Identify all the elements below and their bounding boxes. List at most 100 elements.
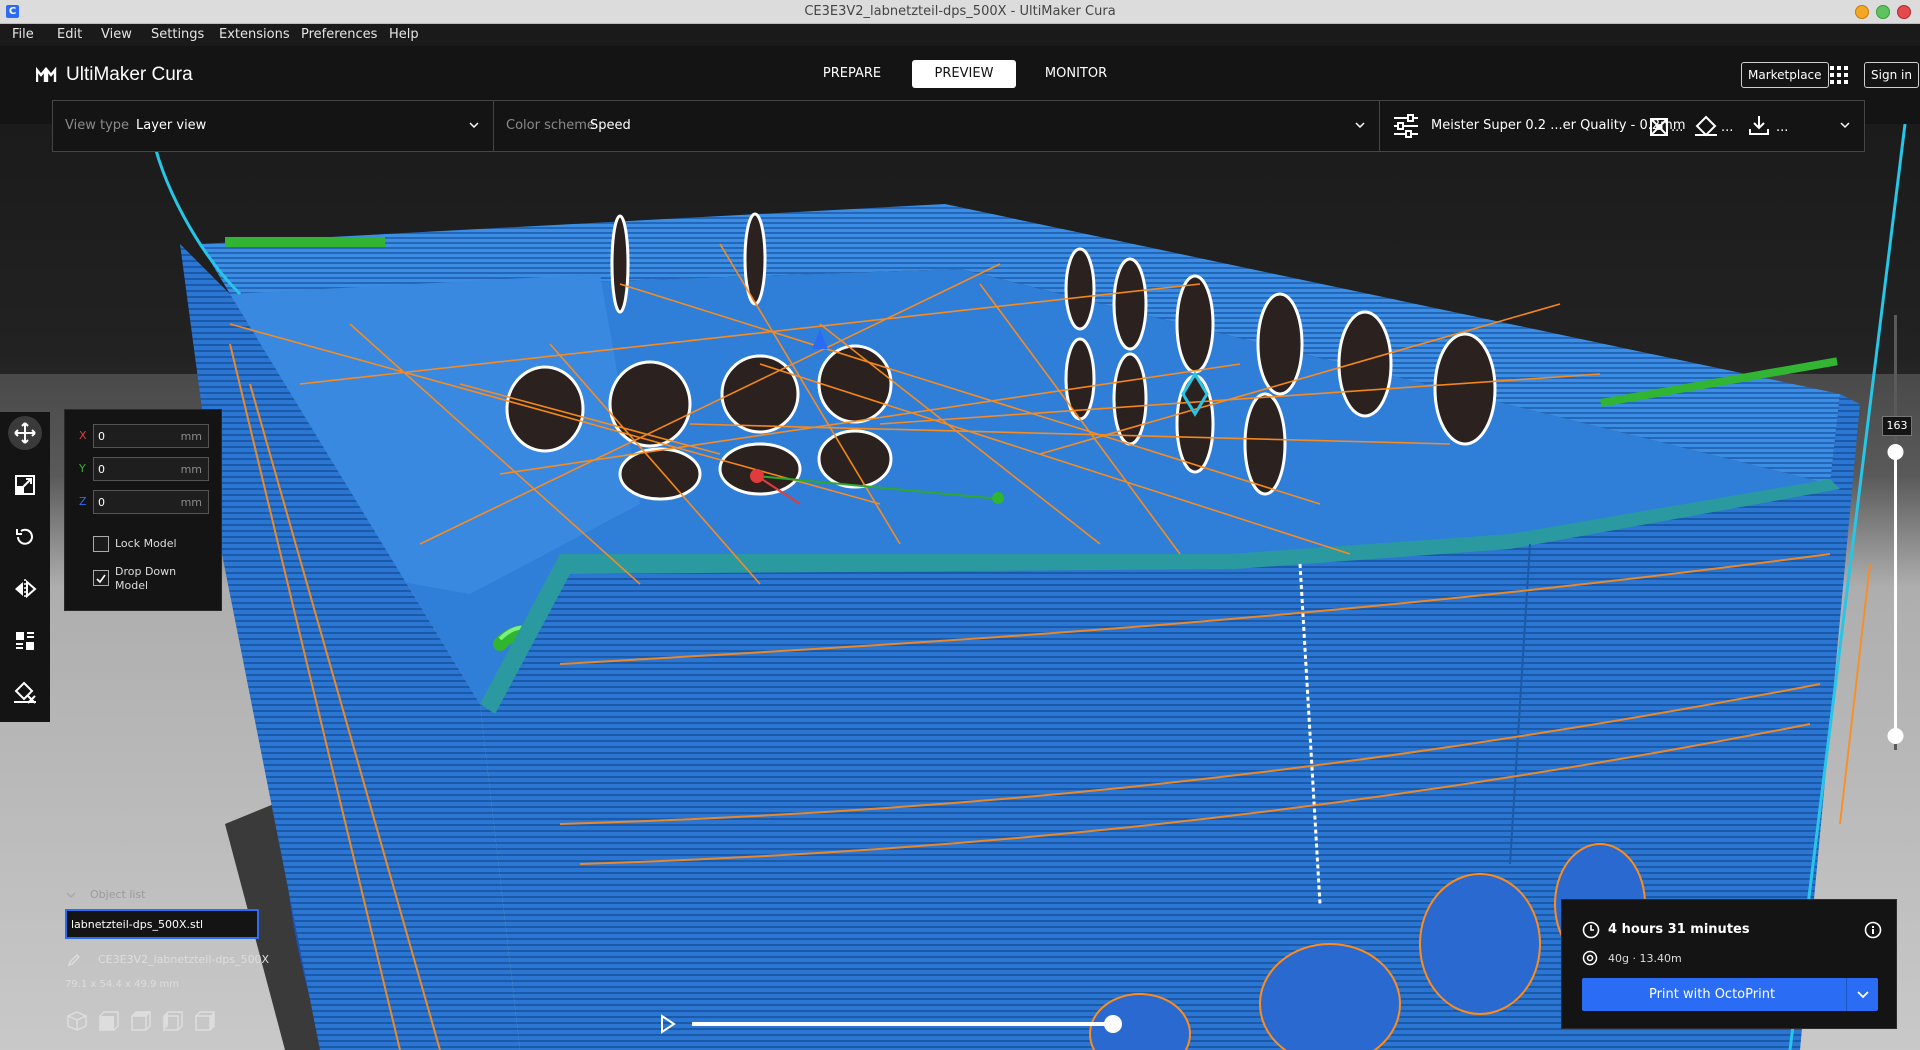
y-unit: mm — [180, 463, 202, 476]
drop-down-checkbox[interactable] — [93, 570, 109, 586]
move-icon — [14, 422, 36, 444]
move-panel: X 0 mm Y 0 mm Z 0 mm Lock Model Drop Dow… — [64, 409, 222, 611]
download-icon — [1749, 116, 1769, 135]
tab-preview[interactable]: PREVIEW — [912, 60, 1016, 88]
menu-edit[interactable]: Edit — [57, 27, 82, 42]
minimize-button[interactable] — [1855, 5, 1869, 19]
front-view-icon[interactable] — [98, 1010, 120, 1032]
view-type-value: Layer view — [136, 118, 207, 133]
y-value: 0 — [98, 463, 105, 476]
apps-grid-icon[interactable] — [1829, 65, 1849, 85]
per-model-settings-icon — [16, 632, 34, 650]
menu-view[interactable]: View — [101, 27, 132, 42]
checkmark-icon — [96, 574, 106, 584]
right-view-icon[interactable] — [194, 1010, 216, 1032]
tab-prepare[interactable]: PREPARE — [800, 60, 904, 88]
menu-settings[interactable]: Settings — [151, 27, 204, 42]
material-usage: 40g · 13.40m — [1608, 952, 1682, 965]
color-scheme-label: Color scheme — [506, 118, 595, 133]
tab-monitor[interactable]: MONITOR — [1024, 60, 1128, 88]
per-model-settings-button[interactable] — [8, 624, 42, 658]
rotate-tool-button[interactable] — [8, 520, 42, 554]
view-type-label: View type — [65, 118, 130, 133]
left-toolbar — [0, 412, 50, 722]
extra-ellipsis: ... — [1776, 120, 1789, 135]
chevron-down-icon — [469, 122, 479, 129]
mirror-tool-button[interactable] — [8, 572, 42, 606]
view-type-dropdown[interactable]: View type Layer view — [53, 101, 494, 151]
menu-file[interactable]: File — [12, 27, 34, 42]
x-value: 0 — [98, 430, 105, 443]
info-icon[interactable] — [1864, 921, 1882, 939]
pencil-icon[interactable] — [67, 953, 81, 967]
object-dimensions: 79.1 x 54.4 x 49.9 mm — [65, 979, 180, 990]
play-icon — [661, 1014, 676, 1034]
adhesion-icon — [1695, 115, 1717, 137]
lock-model-label: Lock Model — [115, 537, 177, 550]
layer-slider[interactable] — [1880, 315, 1910, 750]
window-titlebar: C CE3E3V2_labnetzteil-dps_500X - UltiMak… — [0, 0, 1920, 24]
move-tool-button[interactable] — [8, 416, 42, 450]
layer-number-field[interactable]: 163 — [1882, 416, 1912, 436]
z-input[interactable]: 0 mm — [93, 490, 209, 514]
menu-preferences[interactable]: Preferences — [301, 27, 377, 42]
path-slider[interactable] — [660, 1012, 1130, 1036]
weight-icon — [1582, 950, 1598, 966]
color-scheme-dropdown[interactable]: Color scheme Speed — [494, 101, 1380, 151]
marketplace-button[interactable]: Marketplace — [1741, 62, 1829, 88]
view-options-bar: View type Layer view Color scheme Speed … — [52, 100, 1865, 152]
chevron-down-icon[interactable] — [65, 890, 77, 900]
print-settings-dropdown[interactable]: Meister Super 0.2 ...er Quality - 0.2mm … — [1380, 101, 1866, 151]
z-unit: mm — [180, 496, 202, 509]
support-ellipsis: ... — [1671, 120, 1684, 135]
chevron-down-icon — [1355, 122, 1365, 129]
chevron-down-icon[interactable] — [1856, 988, 1870, 1002]
support-icon — [1650, 118, 1668, 136]
top-view-icon[interactable] — [130, 1010, 152, 1032]
menu-help[interactable]: Help — [389, 27, 419, 42]
left-view-icon[interactable] — [162, 1010, 184, 1032]
support-blocker-icon — [14, 681, 36, 704]
lock-model-checkbox[interactable] — [93, 536, 109, 552]
object-list-header[interactable]: Object list — [90, 888, 145, 901]
layer-slider-upper-handle — [1887, 444, 1904, 460]
3d-view-icon[interactable] — [66, 1010, 88, 1032]
y-label: Y — [79, 462, 86, 475]
print-with-octoprint-button[interactable]: Print with OctoPrint — [1582, 978, 1878, 1011]
x-label: X — [79, 429, 87, 442]
mirror-icon — [15, 579, 37, 599]
layer-slider-lower-handle — [1887, 728, 1904, 744]
scale-tool-button[interactable] — [8, 468, 42, 502]
sign-in-button[interactable]: Sign in — [1864, 62, 1919, 88]
print-summary-panel: 4 hours 31 minutes 40g · 13.40m Print wi… — [1561, 899, 1897, 1029]
y-input[interactable]: 0 mm — [93, 457, 209, 481]
menu-bar: File Edit View Settings Extensions Prefe… — [0, 24, 1920, 46]
chevron-down-icon — [1840, 122, 1850, 129]
menu-extensions[interactable]: Extensions — [219, 27, 290, 42]
settings-sliders-icon — [1394, 114, 1418, 138]
logo-text: UltiMaker Cura — [66, 64, 193, 85]
clock-icon — [1582, 921, 1600, 939]
adhesion-ellipsis: ... — [1721, 120, 1734, 135]
ultimaker-logo-icon — [36, 67, 57, 82]
rotate-icon — [16, 528, 33, 545]
x-unit: mm — [180, 430, 202, 443]
stage-tabs: PREPARE PREVIEW MONITOR — [800, 60, 1128, 88]
drop-down-label: Drop Down Model — [115, 565, 177, 592]
window-title: CE3E3V2_labnetzteil-dps_500X - UltiMaker… — [804, 4, 1116, 19]
close-button[interactable] — [1897, 5, 1911, 19]
y-row: Y 0 mm — [79, 457, 215, 481]
maximize-button[interactable] — [1876, 5, 1890, 19]
print-time: 4 hours 31 minutes — [1608, 922, 1750, 937]
object-name: CE3E3V2_labnetzteil-dps_500X — [98, 953, 270, 966]
support-blocker-button[interactable] — [8, 676, 42, 710]
x-row: X 0 mm — [79, 424, 215, 448]
scale-icon — [15, 475, 35, 495]
z-label: Z — [79, 495, 87, 508]
z-row: Z 0 mm — [79, 490, 215, 514]
color-scheme-value: Speed — [590, 118, 631, 133]
object-list-item[interactable]: labnetzteil-dps_500X.stl — [65, 909, 259, 939]
profile-value: Meister Super 0.2 ...er Quality - 0.2mm — [1431, 118, 1686, 133]
print-button-label: Print with OctoPrint — [1648, 987, 1776, 1002]
x-input[interactable]: 0 mm — [93, 424, 209, 448]
